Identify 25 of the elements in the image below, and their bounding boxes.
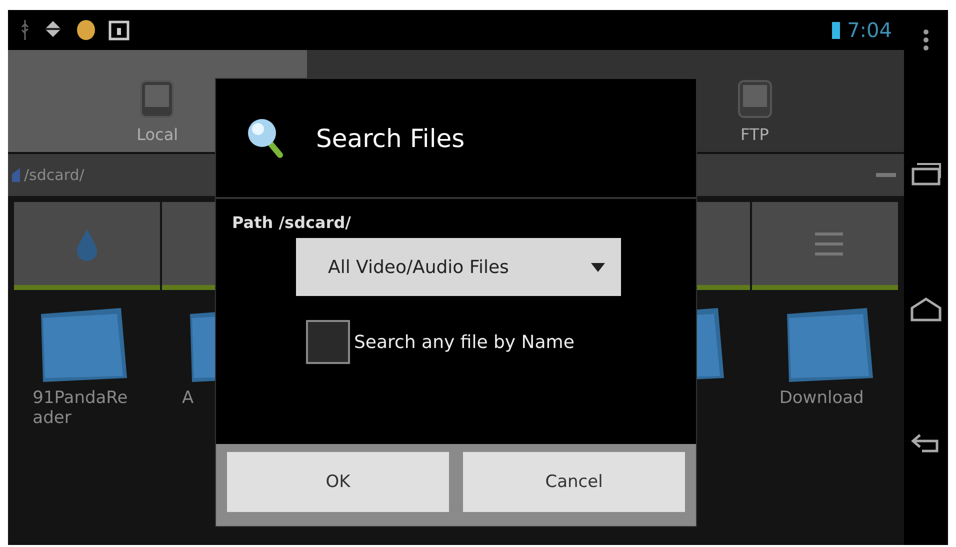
tablet-icon (139, 79, 176, 119)
calendar-icon (108, 19, 130, 41)
checkbox[interactable] (306, 320, 350, 364)
home-icon[interactable] (910, 296, 942, 322)
battery-icon (831, 20, 842, 40)
tablet-icon (736, 79, 773, 119)
path-text: /sdcard/ (24, 166, 86, 184)
caret-icon (591, 262, 605, 272)
dialog-title: Search Files (316, 124, 465, 152)
coin-icon (76, 19, 96, 41)
dialog-button[interactable]: OK (227, 452, 449, 512)
clock-time: 7:04 (847, 18, 892, 42)
folder-name: A (182, 388, 195, 408)
dialog-button[interactable]: Cancel (463, 452, 685, 512)
file-type-dropdown[interactable]: All Video/Audio Files (296, 238, 621, 296)
storage-icon (12, 168, 20, 182)
magnifier-icon (246, 117, 286, 159)
path-label: Path /sdcard/ (232, 213, 352, 232)
recent-apps-icon[interactable] (911, 161, 941, 187)
overflow-menu-icon[interactable] (922, 28, 930, 52)
folder-name: 91PandaReader (32, 388, 129, 429)
folder-name: Download (779, 388, 865, 408)
usb-icon (20, 19, 30, 41)
checkbox-label: Search any file by Name (354, 332, 574, 352)
sync-icon (42, 20, 64, 40)
